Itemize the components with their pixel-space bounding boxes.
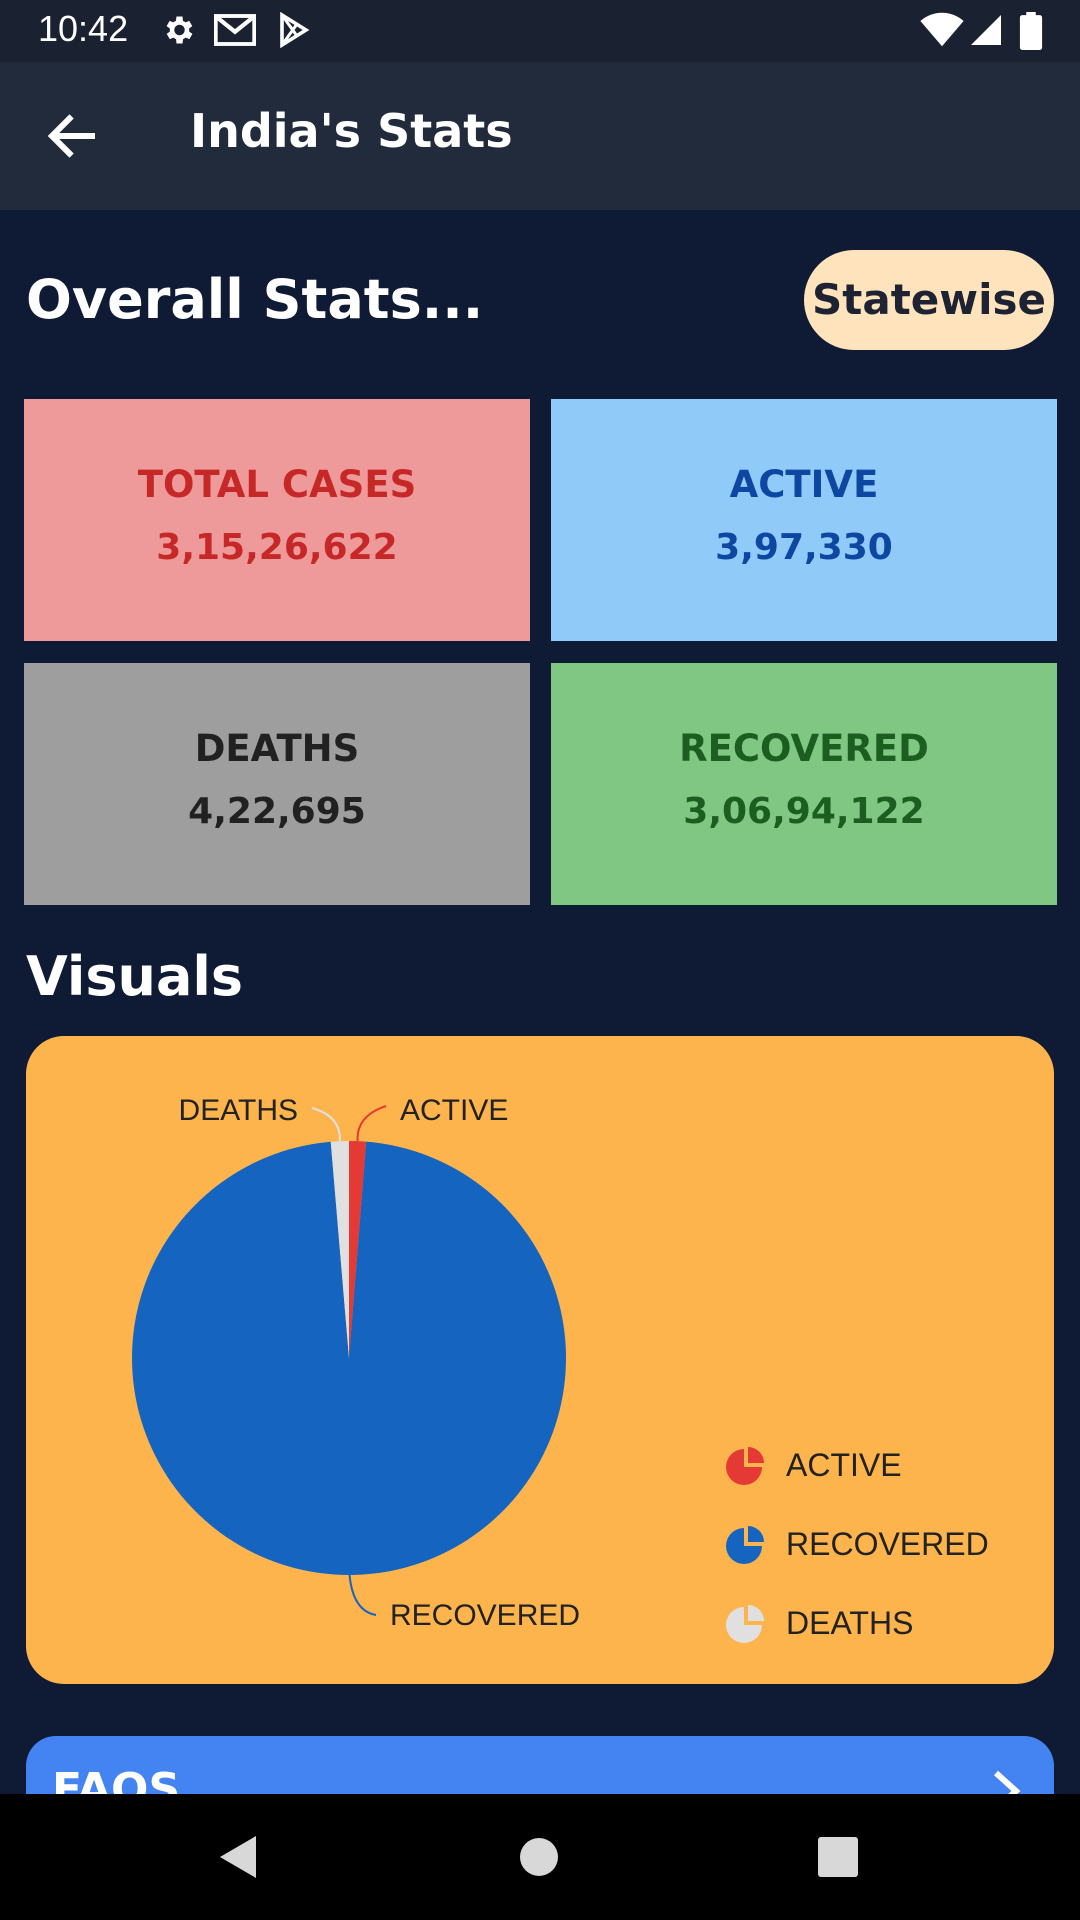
stat-card-active: ACTIVE 3,97,330 <box>551 399 1057 641</box>
back-triangle-icon[interactable] <box>216 1834 260 1880</box>
home-circle-icon[interactable] <box>518 1834 560 1880</box>
stat-card-total: TOTAL CASES 3,15,26,622 <box>24 399 530 641</box>
overall-stats-heading: Overall Stats... <box>26 268 484 331</box>
visuals-heading: Visuals <box>26 945 244 1008</box>
stat-value: 4,22,695 <box>188 791 366 832</box>
slice-label-deaths: DEATHS <box>179 1094 298 1127</box>
stat-label: TOTAL CASES <box>137 463 417 506</box>
statewise-button[interactable]: Statewise <box>804 250 1054 350</box>
stat-value: 3,15,26,622 <box>156 527 398 568</box>
recents-square-icon[interactable] <box>816 1834 860 1880</box>
stat-label: ACTIVE <box>729 463 879 506</box>
legend-swatch-deaths-2 <box>748 1605 764 1621</box>
stat-label: DEATHS <box>194 727 360 770</box>
pie-chart: ACTIVE DEATHS RECOVERED <box>131 1094 580 1632</box>
gmail-icon <box>214 14 256 46</box>
faqs-button[interactable]: FAQS <box>26 1736 1054 1794</box>
gear-icon <box>166 16 193 44</box>
stat-value: 3,97,330 <box>715 527 893 568</box>
legend-item-deaths: DEATHS <box>726 1599 1026 1649</box>
stat-card-deaths: DEATHS 4,22,695 <box>24 663 530 905</box>
legend-item-recovered: RECOVERED <box>726 1520 1026 1570</box>
status-time: 10:42 <box>38 8 129 49</box>
main-content[interactable]: Overall Stats... Statewise TOTAL CASES 3… <box>0 210 1080 1794</box>
battery-icon <box>1019 12 1043 50</box>
legend-label: RECOVERED <box>786 1526 989 1562</box>
faqs-label: FAQS <box>52 1764 181 1794</box>
stat-card-recovered: RECOVERED 3,06,94,122 <box>551 663 1057 905</box>
stat-label: RECOVERED <box>679 727 929 770</box>
pie-chart-card: ACTIVE DEATHS RECOVERED ACTIVE RECOVERED <box>26 1036 1054 1684</box>
pie-legend-icon <box>726 1447 764 1485</box>
legend-swatch-active-2 <box>748 1447 764 1463</box>
status-bar: 10:42 <box>0 0 1080 62</box>
wifi-icon <box>920 12 964 47</box>
stat-value: 3,06,94,122 <box>683 791 925 832</box>
page-title: India's Stats <box>190 104 513 158</box>
slice-label-recovered: RECOVERED <box>390 1599 580 1632</box>
legend-label: ACTIVE <box>786 1447 902 1483</box>
leader-line-deaths <box>311 1107 341 1142</box>
chevron-right-icon <box>993 1770 1021 1794</box>
slice-label-active: ACTIVE <box>400 1094 508 1127</box>
legend-label: DEATHS <box>786 1605 914 1641</box>
pie-legend-icon <box>726 1526 764 1564</box>
leader-line-active <box>356 1105 387 1142</box>
legend-item-active: ACTIVE <box>726 1441 1026 1491</box>
play-store-icon <box>280 12 310 48</box>
signal-icon <box>971 15 1001 45</box>
legend-swatch-recovered-2 <box>748 1526 764 1542</box>
arrow-back-icon[interactable] <box>42 106 102 166</box>
app-bar: India's Stats <box>0 62 1080 210</box>
leader-line-recovered <box>348 1574 377 1616</box>
navigation-bar <box>0 1794 1080 1920</box>
pie-legend-icon <box>726 1605 764 1643</box>
